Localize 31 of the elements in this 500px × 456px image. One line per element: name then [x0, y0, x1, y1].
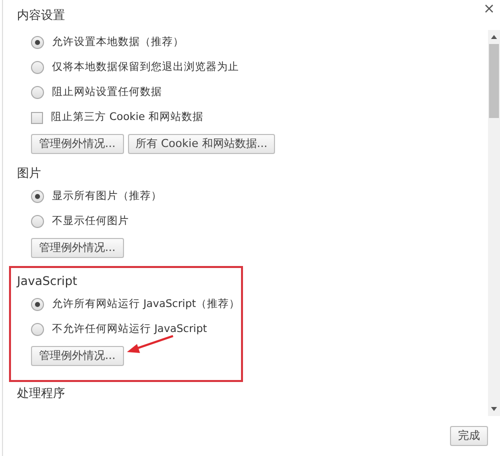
manage-button[interactable]: 所有 Cookie 和网站数据... — [128, 134, 276, 154]
manage-button[interactable]: 管理例外情况... — [31, 238, 124, 258]
radio-button[interactable] — [31, 323, 44, 336]
close-button[interactable]: × — [480, 0, 498, 18]
option-label: 阻止网站设置任何数据 — [52, 84, 162, 100]
radio-button[interactable] — [31, 298, 44, 311]
section-heading: JavaScript — [17, 273, 78, 290]
done-button[interactable]: 完成 — [450, 426, 488, 446]
option-label: 不允许任何网站运行 JavaScript — [52, 322, 207, 337]
manage-button[interactable]: 管理例外情况... — [31, 346, 124, 366]
manage-button[interactable]: 管理例外情况... — [31, 134, 124, 154]
radio-button[interactable] — [31, 215, 44, 228]
radio-button[interactable] — [31, 36, 44, 49]
option-label: 显示所有图片（推荐） — [52, 188, 162, 204]
radio-button[interactable] — [31, 190, 44, 203]
section-heading: 处理程序 — [17, 385, 65, 402]
option-label: 阻止第三方 Cookie 和网站数据 — [51, 110, 204, 125]
dialog-title: 内容设置 — [17, 7, 65, 24]
option-label: 仅将本地数据保留到您退出浏览器为止 — [52, 60, 239, 75]
checkbox[interactable] — [31, 112, 43, 124]
option-label: 不显示任何图片 — [52, 214, 129, 229]
scroll-thumb[interactable] — [489, 44, 499, 118]
scrollbar[interactable] — [488, 30, 500, 416]
radio-button[interactable] — [31, 86, 44, 99]
scroll-down-icon[interactable] — [491, 407, 497, 411]
option-label: 允许设置本地数据（推荐） — [52, 34, 184, 50]
scroll-up-icon[interactable] — [491, 35, 497, 39]
pointer-arrow — [126, 335, 173, 353]
section-heading: 图片 — [17, 165, 41, 182]
option-label: 允许所有网站运行 JavaScript（推荐） — [52, 296, 240, 312]
radio-button[interactable] — [31, 61, 44, 74]
